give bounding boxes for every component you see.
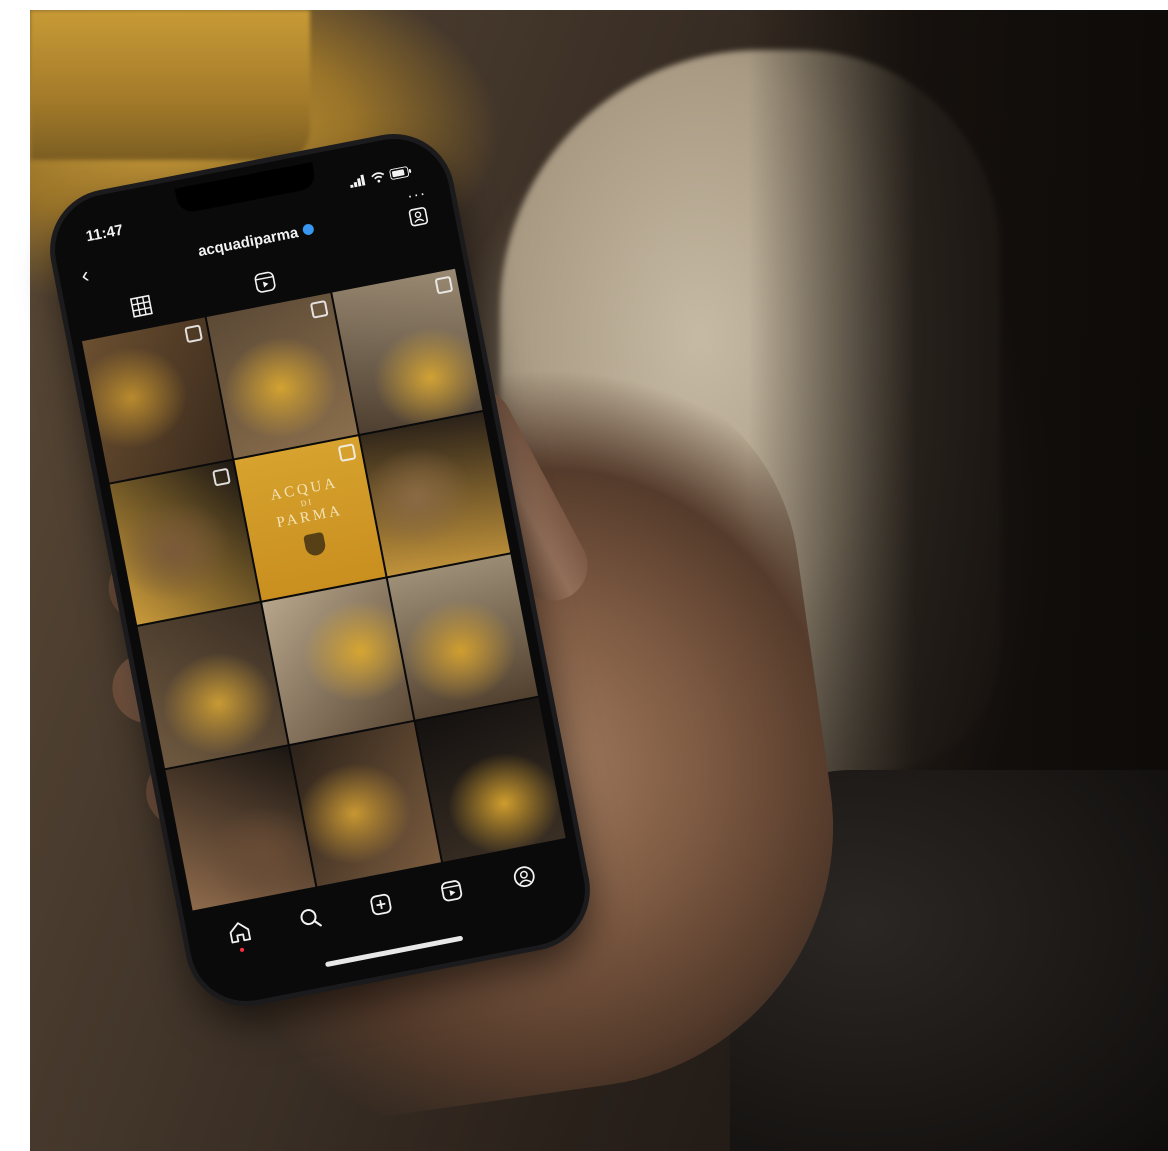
carousel-icon (184, 324, 204, 344)
grid-post[interactable] (109, 460, 261, 625)
battery-icon (389, 166, 412, 180)
crest-icon (303, 532, 327, 558)
grid-post[interactable] (262, 578, 413, 744)
search-icon[interactable] (296, 904, 324, 932)
grid-post[interactable] (165, 745, 316, 911)
carousel-icon (212, 467, 232, 486)
grid-post[interactable] (331, 268, 483, 434)
status-time: 11:47 (84, 221, 125, 246)
wifi-icon (370, 172, 384, 183)
carousel-icon (337, 442, 357, 462)
contact-card-icon[interactable] (407, 205, 430, 228)
notification-dot (239, 947, 245, 953)
status-icons (349, 165, 413, 191)
grid-post[interactable] (359, 411, 511, 577)
grid-post[interactable] (290, 721, 441, 887)
reels-tab-icon[interactable] (252, 269, 278, 295)
profile-icon[interactable] (510, 863, 538, 891)
yellow-cushion (30, 10, 310, 160)
grid-post-logo[interactable]: ACQUA DI PARMA (234, 435, 386, 601)
carousel-icon (434, 275, 454, 295)
signal-icon (350, 174, 366, 189)
account-name-label: acquadiparma (196, 224, 300, 261)
create-post-icon[interactable] (367, 890, 395, 918)
grid-post[interactable] (206, 293, 358, 458)
home-icon[interactable] (226, 918, 254, 946)
grid-post[interactable] (81, 317, 233, 483)
grid-post[interactable] (387, 554, 538, 720)
carousel-icon (309, 300, 329, 319)
grid-post[interactable] (415, 697, 566, 862)
grid-tab-icon[interactable] (128, 293, 154, 319)
more-options-icon[interactable]: ··· (406, 185, 428, 206)
reels-icon[interactable] (438, 877, 466, 905)
grid-post[interactable] (137, 602, 288, 768)
verified-badge-icon (301, 223, 315, 236)
